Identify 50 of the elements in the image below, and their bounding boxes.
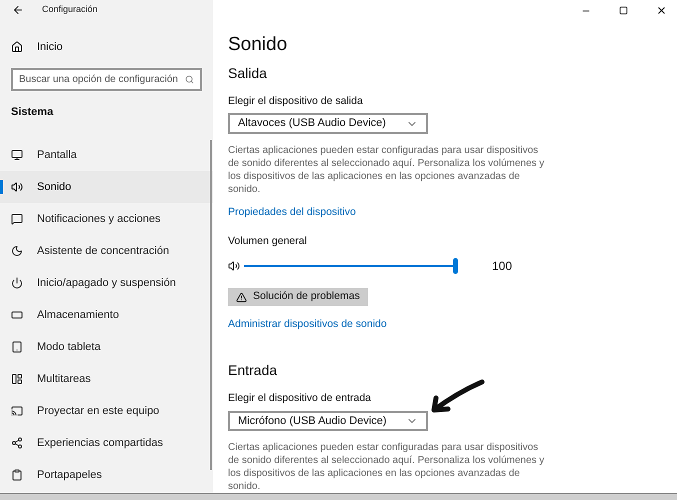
clipboard-icon [11, 469, 23, 481]
sidebar-item[interactable]: Pantalla [0, 139, 213, 171]
multitask-icon [11, 373, 23, 385]
maximize-icon [619, 6, 628, 16]
section-heading: Sistema [10, 104, 54, 120]
warning-icon [236, 292, 247, 303]
device-dropdown[interactable]: Altavoces (USB Audio Device) [228, 113, 428, 134]
field-label: Elegir el dispositivo de entrada [228, 390, 372, 406]
search-icon [185, 74, 194, 84]
back-arrow-icon [12, 4, 24, 16]
sidebar-item[interactable]: Multitareas [0, 363, 213, 395]
speaker-icon [228, 260, 240, 272]
slider-thumb[interactable] [453, 258, 458, 274]
search-field[interactable]: Buscar una opción de configuración [11, 68, 202, 90]
sidebar-item[interactable]: Sonido [0, 171, 213, 203]
sidebar-item[interactable]: Notificaciones y acciones [0, 203, 213, 235]
sidebar-item[interactable]: Portapapeles [0, 459, 213, 491]
field-label: Elegir el dispositivo de salida [228, 94, 364, 109]
sidebar-item[interactable]: Proyectar en este equipo [0, 395, 213, 427]
window-title: Configuración [42, 3, 98, 16]
page-title: Sonido [228, 32, 288, 57]
tablet-icon [11, 341, 23, 353]
close-icon [656, 5, 667, 16]
power-icon [11, 277, 23, 289]
volume-label: Volumen general [228, 234, 308, 249]
manage-devices-link[interactable]: Administrar dispositivos de sonido [228, 317, 677, 333]
monitor-icon [11, 149, 23, 161]
home-icon [11, 41, 23, 54]
volume-value: 100 [492, 258, 512, 276]
cast-icon [11, 405, 23, 417]
description: Ciertas aplicaciones pueden estar configuradas para usar dispositivos de sonido diferentes al seleccionado aquí. Personaliza los volúmenes y los dispositivos de las aplicaciones en las opciones avanzadas de sonido. [228, 441, 546, 493]
sidebar-item[interactable]: Experiencias compartidas [0, 427, 213, 459]
description: Ciertas aplicaciones pueden estar configuradas para usar dispositivos de sonido diferentes al seleccionado aquí. Personaliza los volúmenes y los dispositivos de las aplicaciones en las opciones avanzadas de sonido. [228, 144, 546, 196]
speaker-icon [11, 181, 23, 193]
properties-link[interactable]: Propiedades del dispositivo [228, 204, 677, 221]
volume-slider[interactable] [244, 258, 458, 274]
rectangle-icon [11, 309, 23, 321]
troubleshoot-button[interactable]: Solución de problemas [228, 288, 368, 306]
share-icon [11, 437, 23, 449]
home-link[interactable]: Inicio [0, 39, 213, 56]
section-heading: Salida [228, 64, 268, 83]
message-icon [11, 213, 23, 225]
device-dropdown[interactable]: Micrófono (USB Audio Device) [228, 410, 428, 431]
sidebar-item[interactable]: Almacenamiento [0, 299, 213, 331]
back-button[interactable] [12, 4, 24, 16]
section-heading: Entrada [228, 360, 278, 380]
sidebar-item[interactable]: Modo tableta [0, 331, 213, 363]
sidebar-item[interactable]: Inicio/apagado y suspensión [0, 267, 213, 299]
sidebar-item[interactable]: Asistente de concentración [0, 235, 213, 267]
moon-icon [11, 245, 23, 257]
